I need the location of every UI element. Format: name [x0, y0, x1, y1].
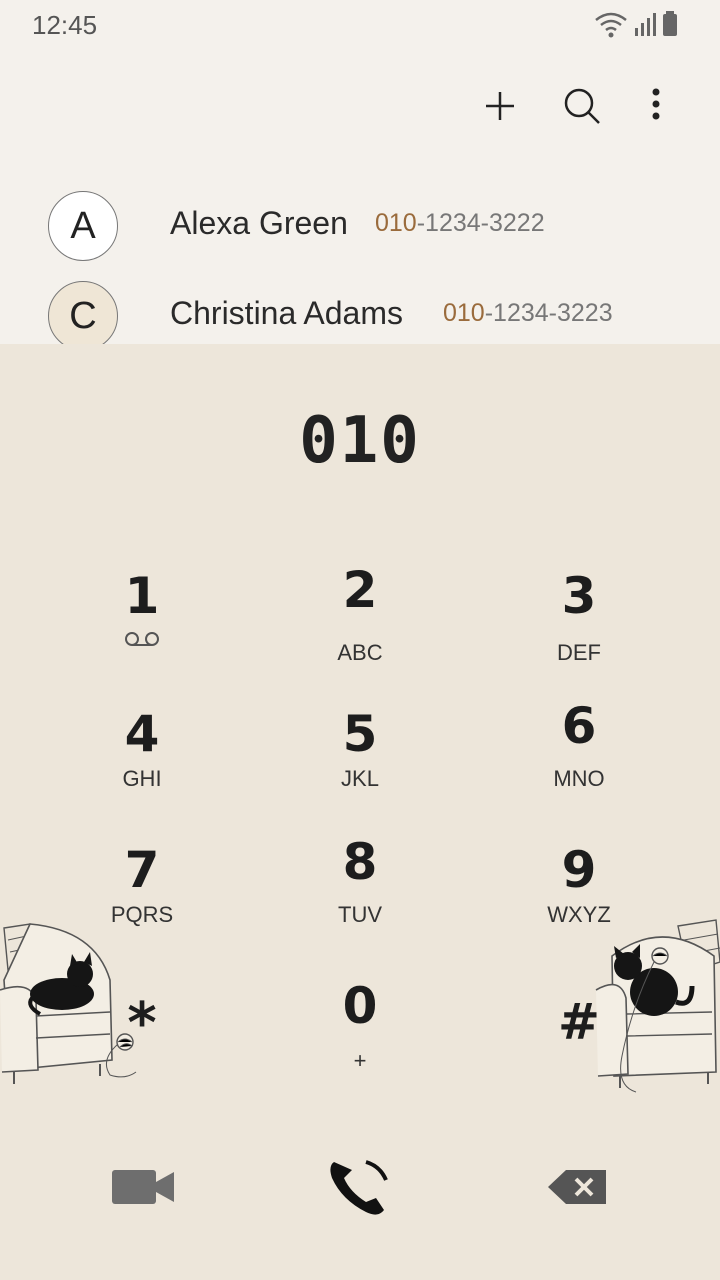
key-digit: 9 — [561, 841, 597, 899]
contact-suggestion-row[interactable]: A Alexa Green 010-1234-3222 — [0, 187, 720, 273]
cat-armchair-illustration-right — [595, 919, 720, 1093]
add-contact-button[interactable] — [476, 82, 524, 130]
key-3[interactable]: 3 DEF — [479, 566, 679, 686]
signal-icon — [635, 13, 656, 36]
contact-number: 010-1234-3223 — [443, 299, 613, 328]
voicemail-icon — [125, 632, 159, 646]
video-call-icon — [112, 1170, 174, 1204]
dialpad: 010 1 2 ABC 3 DEF 4 GHI 5 JKL 6 MNO 7 PQ… — [0, 344, 720, 1280]
call-button[interactable] — [320, 1152, 400, 1222]
key-letters: ABC — [337, 640, 383, 665]
wifi-icon — [595, 12, 627, 38]
key-letters: TUV — [338, 902, 382, 927]
key-1[interactable]: 1 — [42, 566, 242, 686]
key-6[interactable]: 6 MNO — [479, 696, 679, 816]
add-icon — [486, 92, 514, 120]
contact-name: Christina Adams — [170, 295, 403, 331]
key-digit: 0 — [342, 977, 378, 1035]
key-letters: GHI — [122, 766, 162, 791]
more-options-button[interactable] — [632, 82, 680, 130]
backspace-icon — [548, 1170, 606, 1204]
cat-armchair-illustration-left — [0, 923, 137, 1084]
number-rest: -1234-3223 — [484, 299, 613, 327]
key-4[interactable]: 4 GHI — [42, 704, 242, 824]
key-digit: 3 — [561, 567, 597, 625]
key-letters: MNO — [553, 766, 605, 791]
key-2[interactable]: 2 ABC — [260, 560, 460, 680]
status-icons — [594, 10, 684, 40]
toolbar — [0, 70, 720, 140]
avatar: A — [48, 191, 118, 261]
number-match: 010 — [443, 299, 485, 327]
key-8[interactable]: 8 TUV — [260, 832, 460, 952]
video-call-button[interactable] — [102, 1160, 182, 1214]
status-bar: 12:45 — [0, 0, 720, 50]
search-button[interactable] — [558, 82, 606, 130]
key-digit: 6 — [561, 697, 597, 755]
key-digit: 4 — [124, 705, 160, 763]
battery-icon — [663, 11, 677, 36]
key-digit: 8 — [342, 833, 378, 891]
key-digit: 5 — [342, 705, 378, 763]
key-letters: + — [353, 1048, 367, 1073]
dialed-number[interactable]: 010 — [0, 404, 720, 478]
more-vert-icon — [652, 88, 660, 120]
key-digit: 7 — [124, 841, 160, 899]
contact-number: 010-1234-3222 — [375, 209, 545, 238]
key-0[interactable]: 0 + — [260, 976, 460, 1096]
key-letters: DEF — [557, 640, 601, 665]
key-digit: 2 — [342, 561, 378, 619]
key-5[interactable]: 5 JKL — [260, 704, 460, 824]
backspace-button[interactable] — [538, 1160, 618, 1214]
call-icon — [330, 1160, 388, 1215]
avatar: C — [48, 281, 118, 351]
key-digit: 1 — [124, 567, 160, 625]
search-icon — [564, 88, 600, 124]
status-time: 12:45 — [32, 10, 98, 40]
contact-name: Alexa Green — [170, 205, 348, 241]
number-rest: -1234-3222 — [416, 209, 545, 237]
key-letters: JKL — [341, 766, 379, 791]
number-match: 010 — [375, 209, 417, 237]
